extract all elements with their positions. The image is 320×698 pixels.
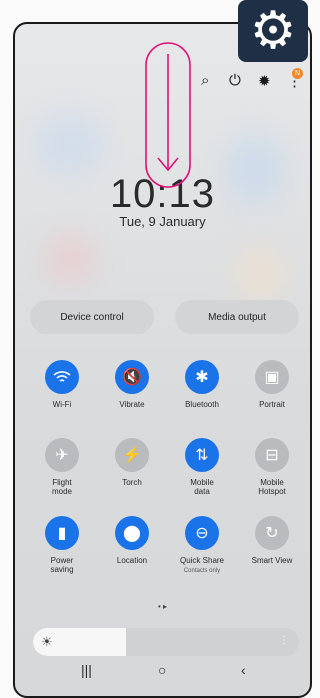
tile-quick-share[interactable]: ⊖ Quick Share Contacts only [167, 516, 237, 574]
search-icon[interactable]: ⌕ [201, 72, 209, 89]
tile-label: Vibrate [119, 400, 145, 409]
tile-label: Wi-Fi [52, 400, 72, 409]
smart-view-icon: ↻ [255, 516, 289, 550]
tile-smart-view[interactable]: ↻ Smart View [237, 516, 307, 565]
settings-icon[interactable]: ✹ [258, 72, 271, 90]
tile-wifi[interactable]: Wi-Fi [27, 360, 97, 409]
notification-badge: N [292, 68, 303, 79]
quick-share-icon: ⊖ [185, 516, 219, 550]
navigation-bar: ||| ○ ‹ [15, 656, 310, 686]
brightness-icon: ☀ [41, 634, 53, 649]
bluetooth-icon: ✱ [185, 360, 219, 394]
wifi-icon [45, 360, 79, 394]
tile-label: Mobile Hotspot [258, 478, 286, 496]
tile-mobile-hotspot[interactable]: ⊟ Mobile Hotspot [237, 438, 307, 496]
battery-saver-icon: ▮ [45, 516, 79, 550]
tile-label: Flight mode [51, 478, 72, 496]
tile-label: Smart View [251, 556, 293, 565]
tile-label: Location [116, 556, 148, 565]
tile-vibrate[interactable]: 🔇 Vibrate [97, 360, 167, 409]
media-output-button[interactable]: Media output [175, 300, 299, 334]
brightness-options-icon[interactable]: ⋮ [279, 635, 289, 646]
tile-label: Portrait [259, 400, 285, 409]
mobile-data-icon: ⇅ [185, 438, 219, 472]
brightness-slider[interactable]: ☀ ⋮ [33, 628, 299, 656]
clock-date: Tue, 9 January [119, 214, 206, 229]
tile-label: Torch [122, 478, 142, 487]
vibrate-icon: 🔇 [115, 360, 149, 394]
tile-sublabel: Contacts only [183, 568, 221, 574]
settings-callout: ⚙ [238, 0, 308, 62]
torch-icon: ⚡ [115, 438, 149, 472]
power-icon[interactable]: ⏻ [229, 72, 241, 89]
portrait-icon: ▣ [255, 360, 289, 394]
tile-flight-mode[interactable]: ✈ Flight mode [27, 438, 97, 496]
tile-portrait[interactable]: ▣ Portrait [237, 360, 307, 409]
swipe-down-gesture [145, 42, 191, 188]
home-button[interactable]: ○ [158, 662, 166, 678]
gear-icon: ⚙ [249, 2, 297, 60]
device-control-button[interactable]: Device control [30, 300, 154, 334]
tile-label: Mobile data [190, 478, 214, 496]
location-icon: ⬤ [115, 516, 149, 550]
hotspot-icon: ⊟ [255, 438, 289, 472]
tile-torch[interactable]: ⚡ Torch [97, 438, 167, 487]
tile-power-saving[interactable]: ▮ Power saving [27, 516, 97, 574]
tile-label: Power saving [50, 556, 74, 574]
tile-bluetooth[interactable]: ✱ Bluetooth [167, 360, 237, 409]
back-button[interactable]: ‹ [241, 662, 246, 678]
page-indicator: • ▸ [157, 602, 168, 611]
tile-label: Quick Share [179, 556, 225, 565]
airplane-icon: ✈ [45, 438, 79, 472]
tile-mobile-data[interactable]: ⇅ Mobile data [167, 438, 237, 496]
tile-location[interactable]: ⬤ Location [97, 516, 167, 565]
recents-button[interactable]: ||| [81, 662, 92, 678]
tile-label: Bluetooth [185, 400, 219, 409]
